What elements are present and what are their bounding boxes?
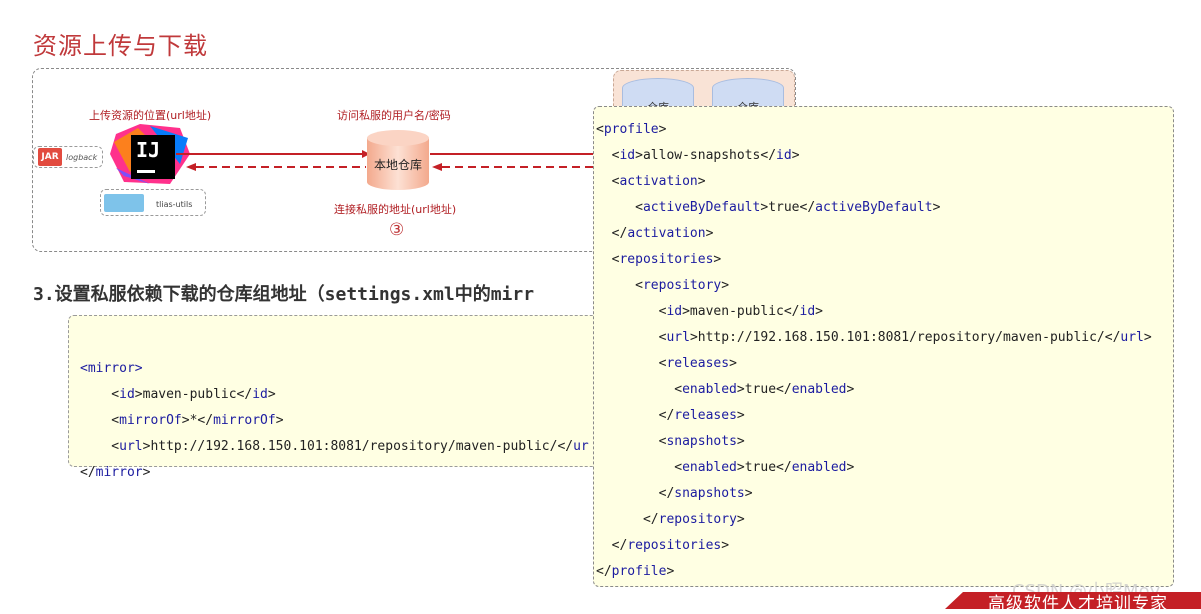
code-value: maven-public (142, 387, 237, 402)
code-line: </releases> (596, 408, 745, 423)
code-line: </repositories> (596, 538, 730, 553)
footer-banner-text: 高级软件人才培训专家 (988, 594, 1168, 614)
code-value: * (189, 413, 198, 428)
code-line: <id>allow-snapshots</id> (596, 148, 800, 163)
code-line: </repository> (596, 512, 745, 527)
code-value: http://192.168.150.101:8081/repository/m… (150, 439, 558, 454)
code-tag: mirror (87, 361, 135, 376)
code-line: <profile> (596, 122, 667, 137)
section-heading: 3.设置私服依赖下载的仓库组地址（settings.xml中的mirr (33, 284, 535, 305)
code-line: <activeByDefault>true</activeByDefault> (596, 200, 941, 215)
code-line: <snapshots> (596, 434, 745, 449)
profile-code-block: <profile> <id>allow-snapshots</id> <acti… (593, 106, 1174, 587)
code-line: <repositories> (596, 252, 722, 267)
flow-arrows (176, 150, 600, 171)
code-line: <id>maven-public</id> (596, 304, 823, 319)
code-line: <activation> (596, 174, 706, 189)
code-line: </snapshots> (596, 486, 753, 501)
code-line: <enabled>true</enabled> (596, 382, 855, 397)
local-repo-label: 本地仓库 (373, 158, 422, 172)
code-line: <releases> (596, 356, 737, 371)
code-line: <repository> (596, 278, 730, 293)
code-line: <url>http://192.168.150.101:8081/reposit… (596, 330, 1152, 345)
code-line: </activation> (596, 226, 714, 241)
mirror-code-block: <mirror> <id>maven-public</id> <mirrorOf… (68, 315, 608, 480)
code-line: <enabled>true</enabled> (596, 460, 855, 475)
